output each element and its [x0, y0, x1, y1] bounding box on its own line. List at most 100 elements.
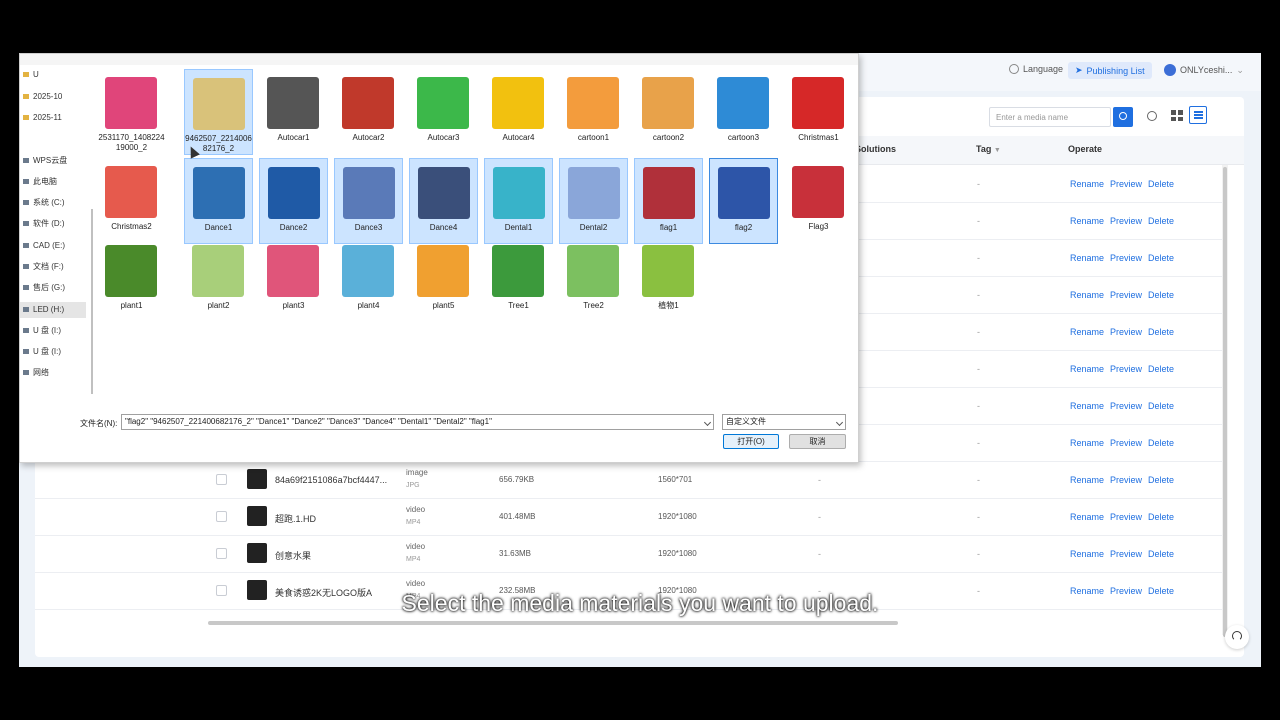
row-checkbox[interactable]	[216, 548, 227, 559]
column-tag[interactable]: Tag ▼	[976, 144, 1001, 154]
file-item[interactable]: Autocar4	[484, 69, 553, 155]
search-button[interactable]	[1113, 107, 1133, 127]
file-item[interactable]: plant4	[334, 237, 403, 323]
rename-link[interactable]: Rename	[1070, 549, 1104, 559]
delete-link[interactable]: Delete	[1148, 401, 1174, 411]
file-item[interactable]: plant5	[409, 237, 478, 323]
nav-item[interactable]: 2025-11	[20, 110, 86, 126]
filetype-select[interactable]: 自定义文件	[722, 414, 846, 430]
rename-link[interactable]: Rename	[1070, 364, 1104, 374]
rename-link[interactable]: Rename	[1070, 438, 1104, 448]
file-item[interactable]: 植物1	[634, 237, 703, 323]
horizontal-scrollbar[interactable]	[208, 621, 898, 625]
delete-link[interactable]: Delete	[1148, 179, 1174, 189]
file-item[interactable]: Dental2	[559, 158, 628, 244]
preview-link[interactable]: Preview	[1110, 216, 1142, 226]
filename-input[interactable]: "flag2" "9462507_221400682176_2" "Dance1…	[121, 414, 714, 430]
delete-link[interactable]: Delete	[1148, 364, 1174, 374]
file-item[interactable]: plant2	[184, 237, 253, 323]
preview-link[interactable]: Preview	[1110, 327, 1142, 337]
row-checkbox[interactable]	[216, 511, 227, 522]
image-thumbnail	[267, 77, 319, 129]
settings-icon[interactable]	[1147, 111, 1157, 121]
language-button[interactable]: Language	[1009, 64, 1063, 74]
file-label: Autocar1	[277, 133, 310, 142]
nav-item[interactable]: 网络	[20, 365, 86, 381]
file-item[interactable]: 2531170_140822419000_2	[97, 69, 166, 155]
delete-link[interactable]: Delete	[1148, 512, 1174, 522]
file-item[interactable]: flag2	[709, 158, 778, 244]
delete-link[interactable]: Delete	[1148, 253, 1174, 263]
file-label: Dance3	[354, 223, 383, 232]
delete-link[interactable]: Delete	[1148, 290, 1174, 300]
file-item[interactable]: Autocar2	[334, 69, 403, 155]
nav-item[interactable]: 文档 (F:)	[20, 259, 86, 275]
file-item[interactable]: Dance2	[259, 158, 328, 244]
file-item[interactable]: cartoon3	[709, 69, 778, 155]
file-label: Christmas1	[798, 133, 839, 142]
nav-item[interactable]: U 盘 (I:)	[20, 323, 86, 339]
delete-link[interactable]: Delete	[1148, 216, 1174, 226]
delete-link[interactable]: Delete	[1148, 438, 1174, 448]
preview-link[interactable]: Preview	[1110, 179, 1142, 189]
rename-link[interactable]: Rename	[1070, 512, 1104, 522]
nav-item[interactable]: WPS云盘	[20, 153, 86, 169]
vertical-scrollbar[interactable]	[1223, 167, 1227, 637]
rename-link[interactable]: Rename	[1070, 327, 1104, 337]
cancel-button[interactable]: 取消	[789, 434, 846, 449]
file-item[interactable]: plant1	[97, 237, 166, 323]
preview-link[interactable]: Preview	[1110, 401, 1142, 411]
file-item[interactable]: flag1	[634, 158, 703, 244]
rename-link[interactable]: Rename	[1070, 290, 1104, 300]
file-item[interactable]: Christmas2	[97, 158, 166, 244]
nav-item[interactable]: CAD (E:)	[20, 238, 86, 254]
rename-link[interactable]: Rename	[1070, 253, 1104, 263]
file-item[interactable]: Dance3	[334, 158, 403, 244]
preview-link[interactable]: Preview	[1110, 253, 1142, 263]
nav-item[interactable]: LED (H:)	[20, 302, 86, 318]
delete-link[interactable]: Delete	[1148, 475, 1174, 485]
nav-item-label: 文档 (F:)	[33, 262, 64, 271]
list-view-icon[interactable]	[1189, 106, 1207, 124]
nav-item[interactable]: U	[20, 67, 86, 83]
nav-item[interactable]: 此电脑	[20, 174, 86, 190]
file-item[interactable]: Dance1	[184, 158, 253, 244]
file-item[interactable]: Christmas1	[784, 69, 853, 155]
file-item[interactable]: Dance4	[409, 158, 478, 244]
nav-item[interactable]: 软件 (D:)	[20, 216, 86, 232]
file-item[interactable]: Dental1	[484, 158, 553, 244]
file-item[interactable]: Autocar3	[409, 69, 478, 155]
nav-item[interactable]: U 盘 (I:)	[20, 344, 86, 360]
preview-link[interactable]: Preview	[1110, 475, 1142, 485]
row-checkbox[interactable]	[216, 474, 227, 485]
delete-link[interactable]: Delete	[1148, 549, 1174, 559]
delete-link[interactable]: Delete	[1148, 327, 1174, 337]
rename-link[interactable]: Rename	[1070, 216, 1104, 226]
preview-link[interactable]: Preview	[1110, 290, 1142, 300]
file-item[interactable]: Flag3	[784, 158, 853, 244]
search-input[interactable]: Enter a media name	[989, 107, 1111, 127]
open-button[interactable]: 打开(O)	[723, 434, 779, 449]
publishing-list-button[interactable]: ➤ Publishing List	[1068, 62, 1152, 79]
nav-item[interactable]: 2025-10	[20, 89, 86, 105]
rename-link[interactable]: Rename	[1070, 401, 1104, 411]
user-menu[interactable]: ONLYceshi... ⌄	[1164, 64, 1244, 76]
rename-link[interactable]: Rename	[1070, 179, 1104, 189]
file-item[interactable]: Autocar1	[259, 69, 328, 155]
nav-item[interactable]: 售后 (G:)	[20, 280, 86, 296]
nav-item[interactable]: 系统 (C:)	[20, 195, 86, 211]
file-item[interactable]: 9462507_221400682176_2	[184, 69, 253, 155]
file-item[interactable]: Tree2	[559, 237, 628, 323]
preview-link[interactable]: Preview	[1110, 549, 1142, 559]
rename-link[interactable]: Rename	[1070, 475, 1104, 485]
file-item[interactable]: plant3	[259, 237, 328, 323]
file-item[interactable]: cartoon2	[634, 69, 703, 155]
file-item[interactable]: Tree1	[484, 237, 553, 323]
preview-link[interactable]: Preview	[1110, 364, 1142, 374]
support-icon[interactable]	[1225, 625, 1249, 649]
preview-link[interactable]: Preview	[1110, 438, 1142, 448]
file-item[interactable]: cartoon1	[559, 69, 628, 155]
grid-view-icon[interactable]	[1170, 109, 1183, 122]
preview-link[interactable]: Preview	[1110, 512, 1142, 522]
nav-scrollbar[interactable]	[91, 209, 93, 394]
